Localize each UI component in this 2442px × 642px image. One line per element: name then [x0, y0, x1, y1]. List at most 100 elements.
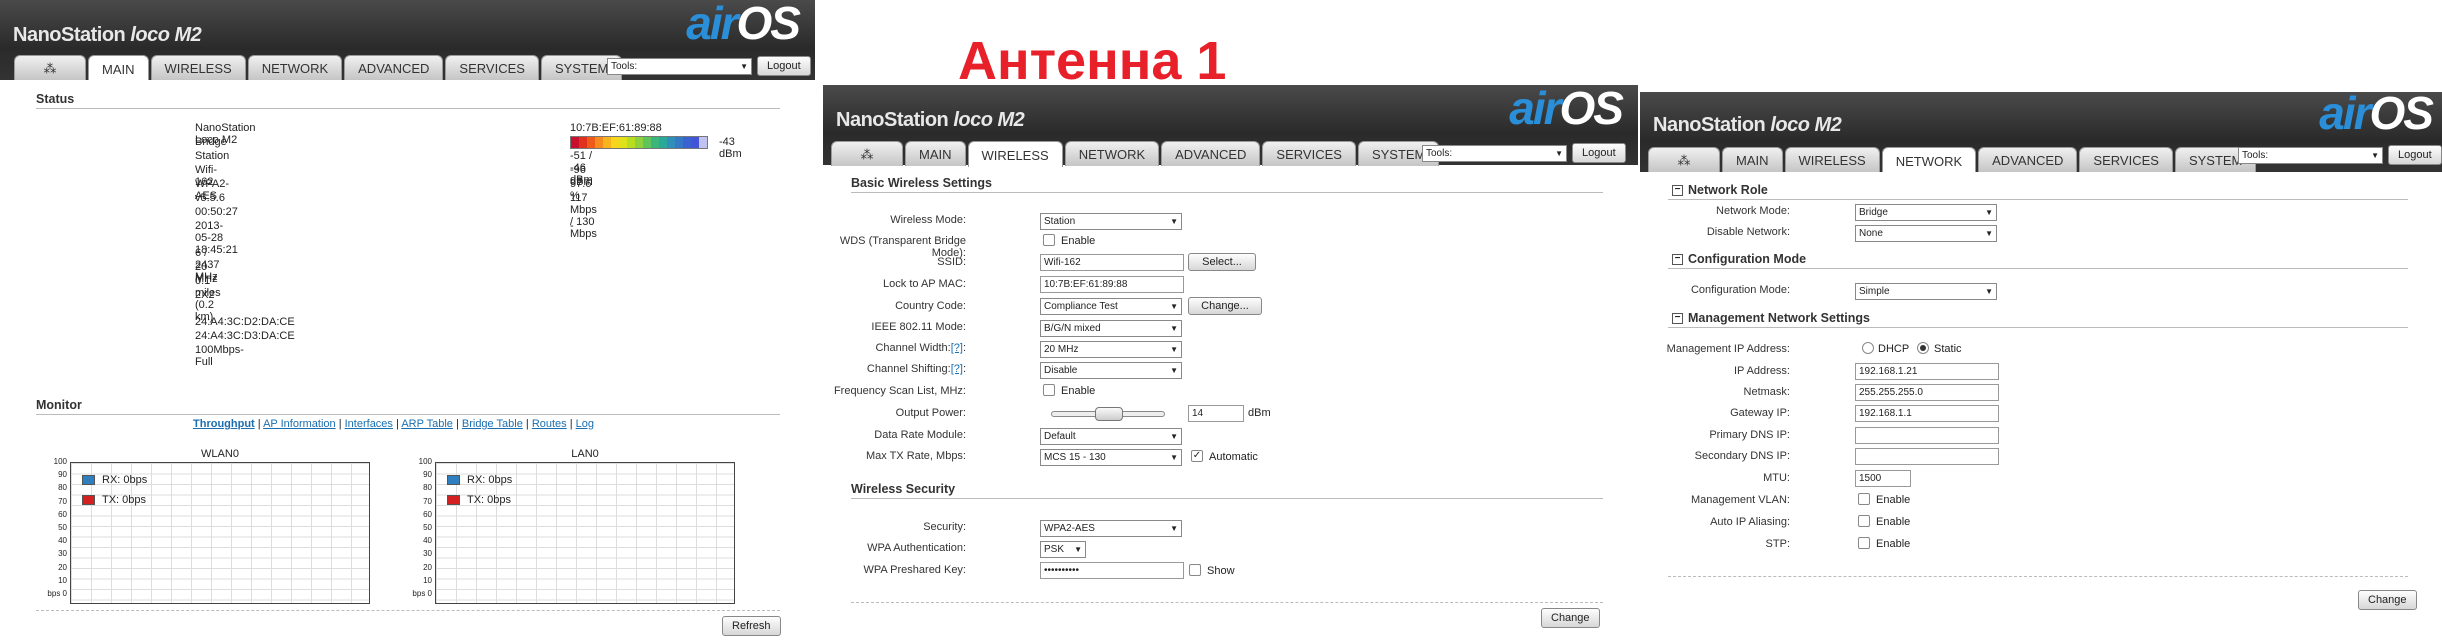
- tab-wireless[interactable]: WIRELESS: [150, 55, 246, 80]
- y-tick-label: 20: [423, 562, 432, 572]
- gateway-input[interactable]: 192.168.1.1: [1855, 405, 1999, 422]
- logout-button[interactable]: Logout: [2388, 145, 2442, 165]
- change-button[interactable]: Change: [2358, 590, 2417, 610]
- overlay-title: Антенна 1: [958, 31, 1227, 91]
- tab-advanced[interactable]: ADVANCED: [1161, 141, 1261, 166]
- signal-segment: [667, 137, 675, 148]
- tools-select[interactable]: Tools:: [1422, 144, 1567, 162]
- ip-address-input[interactable]: 192.168.1.21: [1855, 363, 1999, 380]
- tab-home[interactable]: ⁂: [831, 141, 903, 166]
- security-select[interactable]: WPA2-AES: [1040, 520, 1182, 537]
- management-vlan-checkbox[interactable]: [1858, 493, 1870, 505]
- tab-advanced[interactable]: ADVANCED: [344, 55, 444, 80]
- dhcp-radio[interactable]: [1862, 342, 1874, 354]
- automatic-checkbox[interactable]: ✓: [1191, 450, 1203, 462]
- monitor-link-arp-table[interactable]: ARP Table: [401, 418, 453, 430]
- show-psk-checkbox[interactable]: [1189, 564, 1201, 576]
- change-button[interactable]: Change: [1541, 608, 1600, 628]
- y-tick-label: 20: [58, 562, 67, 572]
- brand-name: NanoStation: [836, 109, 949, 131]
- tab-main[interactable]: MAIN: [905, 141, 966, 166]
- collapse-management-network-icon[interactable]: −: [1672, 313, 1683, 324]
- signal-strength-bar: [570, 136, 708, 149]
- country-select[interactable]: Compliance Test: [1040, 298, 1182, 315]
- collapse-configuration-mode-icon[interactable]: −: [1672, 254, 1683, 265]
- static-radio[interactable]: [1917, 342, 1929, 354]
- logout-button[interactable]: Logout: [757, 56, 811, 76]
- output-power-slider-knob[interactable]: [1095, 407, 1123, 421]
- status-field-value: 100Mbps-Full: [195, 344, 244, 368]
- stp-label: STP:: [1765, 538, 1790, 550]
- refresh-button[interactable]: Refresh: [722, 616, 781, 636]
- configuration-mode-select[interactable]: Simple: [1855, 283, 1997, 300]
- tab-main[interactable]: MAIN: [1722, 147, 1783, 172]
- wpa-auth-select[interactable]: PSK: [1040, 541, 1086, 558]
- tab-home[interactable]: ⁂: [1648, 147, 1720, 172]
- status-field-value: 2X2: [195, 289, 215, 301]
- brand-name: NanoStation: [13, 24, 126, 46]
- tab-home[interactable]: ⁂: [14, 55, 86, 80]
- panel-network: NanoStation loco M2 airOS ⁂ MAIN WIRELES…: [1640, 92, 2442, 642]
- tools-select[interactable]: Tools:: [2238, 146, 2383, 164]
- tab-services[interactable]: SERVICES: [1262, 141, 1356, 166]
- brand: NanoStation loco M2: [13, 24, 202, 47]
- conf-rule: [1668, 268, 2408, 269]
- tab-wireless[interactable]: WIRELESS: [1784, 147, 1880, 172]
- psk-input[interactable]: ••••••••••: [1040, 562, 1184, 579]
- secondary-dns-input[interactable]: [1855, 448, 1999, 465]
- tab-network[interactable]: NETWORK: [1881, 147, 1977, 174]
- channel-width-help-link[interactable]: [?]: [951, 342, 963, 354]
- tab-wireless[interactable]: WIRELESS: [967, 141, 1063, 168]
- network-mode-label: Network Mode:: [1716, 205, 1790, 217]
- ieee-mode-select[interactable]: B/G/N mixed: [1040, 320, 1182, 337]
- scan-list-checkbox[interactable]: [1043, 384, 1055, 396]
- netmask-input[interactable]: 255.255.255.0: [1855, 384, 1999, 401]
- security-rule: [851, 498, 1603, 499]
- monitor-link-interfaces[interactable]: Interfaces: [345, 418, 393, 430]
- signal-segment: [699, 137, 707, 148]
- signal-segment: [603, 137, 611, 148]
- tab-network[interactable]: NETWORK: [247, 55, 343, 80]
- channel-shift-help-link[interactable]: [?]: [951, 363, 963, 375]
- tab-services[interactable]: SERVICES: [445, 55, 539, 80]
- wireless-mode-select[interactable]: Station: [1040, 213, 1182, 230]
- output-power-input[interactable]: 14: [1188, 405, 1244, 422]
- monitor-link-ap-information[interactable]: AP Information: [263, 418, 336, 430]
- tab-advanced[interactable]: ADVANCED: [1978, 147, 2078, 172]
- primary-dns-input[interactable]: [1855, 427, 1999, 444]
- channel-width-select[interactable]: 20 MHz: [1040, 341, 1182, 358]
- tab-services[interactable]: SERVICES: [2079, 147, 2173, 172]
- network-mode-select[interactable]: Bridge: [1855, 204, 1997, 221]
- management-ip-label: Management IP Address:: [1666, 343, 1790, 355]
- auto-ip-alias-checkbox[interactable]: [1858, 515, 1870, 527]
- stp-checkbox[interactable]: [1858, 537, 1870, 549]
- country-change-button[interactable]: Change...: [1188, 297, 1262, 315]
- ssid-input[interactable]: Wifi-162: [1040, 254, 1184, 271]
- channel-shift-select[interactable]: Disable: [1040, 362, 1182, 379]
- signal-segment: [675, 137, 683, 148]
- data-rate-module-select[interactable]: Default: [1040, 428, 1182, 445]
- monitor-link-bridge-table[interactable]: Bridge Table: [462, 418, 523, 430]
- tab-network[interactable]: NETWORK: [1064, 141, 1160, 166]
- collapse-network-role-icon[interactable]: −: [1672, 185, 1683, 196]
- lock-ap-input[interactable]: 10:7B:EF:61:89:88: [1040, 276, 1184, 293]
- logout-button[interactable]: Logout: [1572, 143, 1626, 163]
- wds-checkbox[interactable]: [1043, 234, 1055, 246]
- disable-network-select[interactable]: None: [1855, 225, 1997, 242]
- tools-select[interactable]: Tools:: [607, 57, 752, 75]
- tab-main[interactable]: MAIN: [88, 55, 149, 82]
- output-power-label: Output Power:: [895, 407, 966, 419]
- monitor-link-routes[interactable]: Routes: [532, 418, 567, 430]
- data-rate-module-label: Data Rate Module:: [874, 429, 966, 441]
- select-ap-button[interactable]: Select...: [1188, 253, 1256, 271]
- logo-air: air: [686, 0, 738, 49]
- disable-network-label: Disable Network:: [1706, 226, 1790, 238]
- mtu-input[interactable]: 1500: [1855, 470, 1911, 487]
- max-tx-rate-select[interactable]: MCS 15 - 130: [1040, 449, 1182, 466]
- monitor-link-log[interactable]: Log: [576, 418, 594, 430]
- signal-segment: [691, 137, 699, 148]
- wds-enable-label: Enable: [1061, 235, 1096, 247]
- monitor-link-throughput[interactable]: Throughput: [193, 418, 255, 430]
- graph-title: LAN0: [571, 448, 599, 460]
- logo-air: air: [2319, 92, 2371, 139]
